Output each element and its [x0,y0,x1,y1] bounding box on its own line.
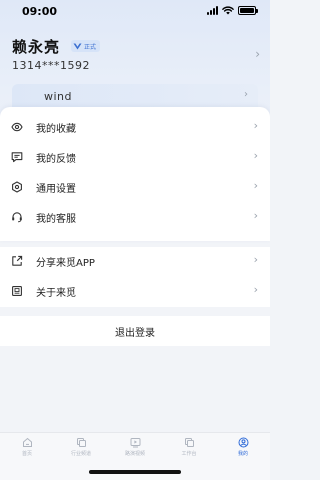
tab-home[interactable]: 首页 [0,437,54,463]
chevron-right-icon: › [255,47,260,61]
video-icon [130,438,140,448]
tab-bar: 首页 行业频道 路演视频 工作台 我的 [0,432,270,480]
wind-label: wind [44,90,73,103]
menu-label: 我的反馈 [36,154,76,165]
v-badge-icon [73,43,82,49]
chevron-right-icon: › [253,149,258,162]
wifi-icon [222,6,234,15]
workspace-icon [184,438,194,447]
menu-item-service[interactable]: 我的客服 › [0,203,270,233]
info-card-icon [12,286,22,296]
user-phone: 1314***1592 [12,59,90,72]
tab-roadshow[interactable]: 路演视频 [108,437,162,463]
menu-panel: 我的收藏 › 我的反馈 › 通用设置 › 我的客服 › [0,107,270,241]
tab-mine[interactable]: 我的 [216,437,270,463]
tab-industry[interactable]: 行业频道 [54,437,108,463]
chevron-right-icon: › [253,209,258,222]
tab-label: 首页 [21,451,32,457]
settings-icon [12,181,22,193]
logout-label: 退出登录 [115,328,155,339]
eye-icon [11,122,23,132]
chevron-right-icon: › [253,283,258,296]
copy-icon [76,438,86,447]
tab-label: 路演视频 [124,451,145,457]
menu-item-settings[interactable]: 通用设置 › [0,173,270,203]
user-name: 赖永亮 [12,38,61,56]
member-badge: 正式 [71,40,101,52]
home-icon [22,437,32,447]
tab-label: 工作台 [181,451,197,457]
chevron-right-icon: › [253,119,258,132]
status-icons [207,6,258,15]
menu-label: 分享来觅APP [36,258,95,269]
menu-item-about[interactable]: 关于来觅 › [0,277,270,307]
tab-label: 行业频道 [70,451,91,457]
status-time: 09:00 [22,5,58,18]
chevron-right-icon: › [253,253,258,266]
signal-icon [207,6,218,15]
profile-header[interactable]: 赖永亮 正式 1314***1592 › [12,36,262,76]
menu-label: 通用设置 [36,184,76,195]
message-icon [11,152,23,163]
chevron-right-icon: › [244,89,248,100]
headset-icon [12,212,22,223]
battery-icon [238,6,258,15]
tab-label: 我的 [237,451,248,457]
my-page-screen: 09:00 赖永亮 正式 1314***1592 › wind › 我的收藏 ›… [0,0,270,480]
menu-label: 关于来觅 [36,288,76,299]
logout-button[interactable]: 退出登录 [0,316,270,346]
status-bar: 09:00 [0,0,270,24]
share-icon [12,255,23,266]
home-indicator [89,470,181,474]
menu-label: 我的收藏 [36,124,76,135]
badge-label: 正式 [84,43,97,51]
menu-item-favorites[interactable]: 我的收藏 › [0,113,270,143]
user-icon [238,437,248,448]
menu-label: 我的客服 [36,214,76,225]
chevron-right-icon: › [253,179,258,192]
menu-panel-secondary: 分享来觅APP › 关于来觅 › [0,247,270,307]
tab-workspace[interactable]: 工作台 [162,437,216,463]
menu-item-feedback[interactable]: 我的反馈 › [0,143,270,173]
menu-item-share[interactable]: 分享来觅APP › [0,247,270,277]
